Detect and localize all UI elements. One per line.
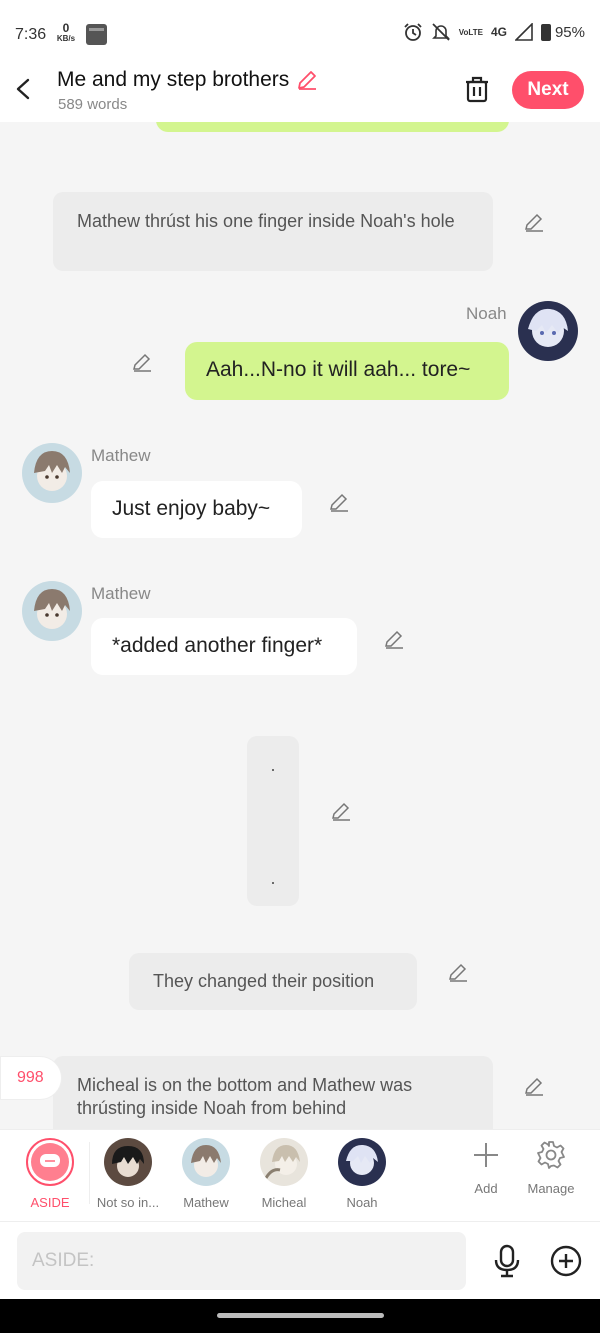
notification-app-icon: [86, 24, 107, 45]
edit-message-icon[interactable]: [383, 628, 405, 650]
signal-icon: [514, 23, 533, 41]
narration-text: Mathew thrúst his one finger inside Noah…: [77, 211, 455, 231]
narration-dot-top: .: [270, 755, 276, 775]
noah-avatar[interactable]: [518, 301, 578, 361]
network-speed-value: 0: [62, 21, 70, 35]
narration-text: They changed their position: [153, 971, 375, 991]
narration-bubble[interactable]: They changed their position: [129, 953, 417, 1010]
add-character-button[interactable]: Add: [451, 1140, 521, 1196]
character-label: Mathew: [183, 1195, 229, 1210]
status-icons: VoLTE 4G 95%: [403, 22, 585, 42]
edit-message-icon[interactable]: [523, 1075, 545, 1097]
title-row: Me and my step brothers: [57, 68, 319, 92]
character-label: ASIDE: [30, 1195, 70, 1210]
trash-icon[interactable]: [463, 74, 491, 104]
network-speed-unit: KB/s: [56, 34, 76, 43]
chat-bubble-icon: [40, 1154, 60, 1167]
mathew-message-bubble[interactable]: Just enjoy baby~: [91, 481, 302, 538]
speaker-name: Mathew: [91, 584, 151, 603]
character-avatar: [260, 1138, 308, 1186]
narration-text: Micheal is on the bottom and Mathew was …: [77, 1075, 413, 1118]
status-time: 7:36: [15, 26, 47, 43]
volte-label: VoLTE: [458, 27, 483, 37]
story-title[interactable]: Me and my step brothers: [57, 68, 289, 92]
plus-icon: [474, 1143, 498, 1167]
noah-message-bubble[interactable]: Aah...N-no it will aah... tore~: [185, 342, 509, 400]
add-media-icon[interactable]: [549, 1244, 583, 1278]
character-micheal[interactable]: Micheal: [244, 1138, 324, 1210]
add-label: Add: [474, 1181, 498, 1196]
story-header: Me and my step brothers 589 words Next: [0, 64, 600, 122]
mathew-avatar[interactable]: [22, 443, 82, 503]
narration-dot-bottom: .: [270, 868, 276, 888]
mute-bell-icon: [431, 23, 450, 41]
network-speed: 0 KB/s: [56, 21, 76, 43]
mathew-avatar[interactable]: [22, 581, 82, 641]
status-bar: 7:36 0 KB/s VoLTE 4G 95%: [0, 0, 600, 64]
character-not-so-in[interactable]: Not so in...: [88, 1138, 168, 1210]
manage-characters-button[interactable]: Manage: [516, 1140, 586, 1196]
message-count-badge[interactable]: 998: [0, 1056, 62, 1100]
system-navigation-bar: [0, 1299, 600, 1333]
word-count: 589 words: [58, 96, 128, 113]
character-noah[interactable]: Noah: [322, 1138, 402, 1210]
character-mathew[interactable]: Mathew: [166, 1138, 246, 1210]
speaker-name: Mathew: [91, 446, 151, 465]
edit-message-icon[interactable]: [328, 491, 350, 513]
input-bar: [0, 1221, 600, 1299]
next-button[interactable]: Next: [512, 71, 584, 109]
edit-message-icon[interactable]: [523, 211, 545, 233]
character-label: Noah: [346, 1195, 378, 1210]
speaker-name: Noah: [466, 304, 507, 323]
network-type: 4G: [490, 25, 507, 39]
character-avatar: [182, 1138, 230, 1186]
message-text: Just enjoy baby~: [112, 497, 271, 520]
message-input[interactable]: [17, 1232, 466, 1290]
alarm-icon: [404, 23, 422, 41]
battery-icon: [540, 23, 551, 41]
character-label: Micheal: [261, 1195, 307, 1210]
edit-title-icon[interactable]: [295, 68, 319, 92]
character-bar: ASIDE Not so in... Mathew Micheal Noah A…: [0, 1129, 600, 1221]
edit-message-icon[interactable]: [330, 800, 352, 822]
aside-avatar: [26, 1138, 74, 1186]
message-text: Aah...N-no it will aah... tore~: [206, 358, 471, 381]
message-text: *added another finger*: [112, 634, 323, 657]
manage-label: Manage: [527, 1181, 575, 1196]
back-arrow-icon[interactable]: [12, 74, 36, 104]
edit-message-icon[interactable]: [131, 351, 153, 373]
character-avatar: [104, 1138, 152, 1186]
mathew-message-bubble[interactable]: *added another finger*: [91, 618, 357, 675]
character-label: Not so in...: [96, 1195, 160, 1210]
gear-icon: [537, 1141, 565, 1169]
character-aside[interactable]: ASIDE: [10, 1138, 90, 1210]
character-avatar: [338, 1138, 386, 1186]
narration-bubble[interactable]: . .: [247, 736, 299, 906]
narration-bubble[interactable]: Micheal is on the bottom and Mathew was …: [53, 1056, 493, 1129]
home-gesture-pill[interactable]: [217, 1313, 384, 1318]
battery-percent: 95%: [554, 23, 585, 41]
microphone-icon[interactable]: [492, 1244, 522, 1278]
chat-area[interactable]: Mathew thrúst his one finger inside Noah…: [0, 122, 600, 1129]
previous-message-bubble[interactable]: [156, 122, 509, 132]
edit-message-icon[interactable]: [447, 961, 469, 983]
narration-bubble[interactable]: Mathew thrúst his one finger inside Noah…: [53, 192, 493, 271]
